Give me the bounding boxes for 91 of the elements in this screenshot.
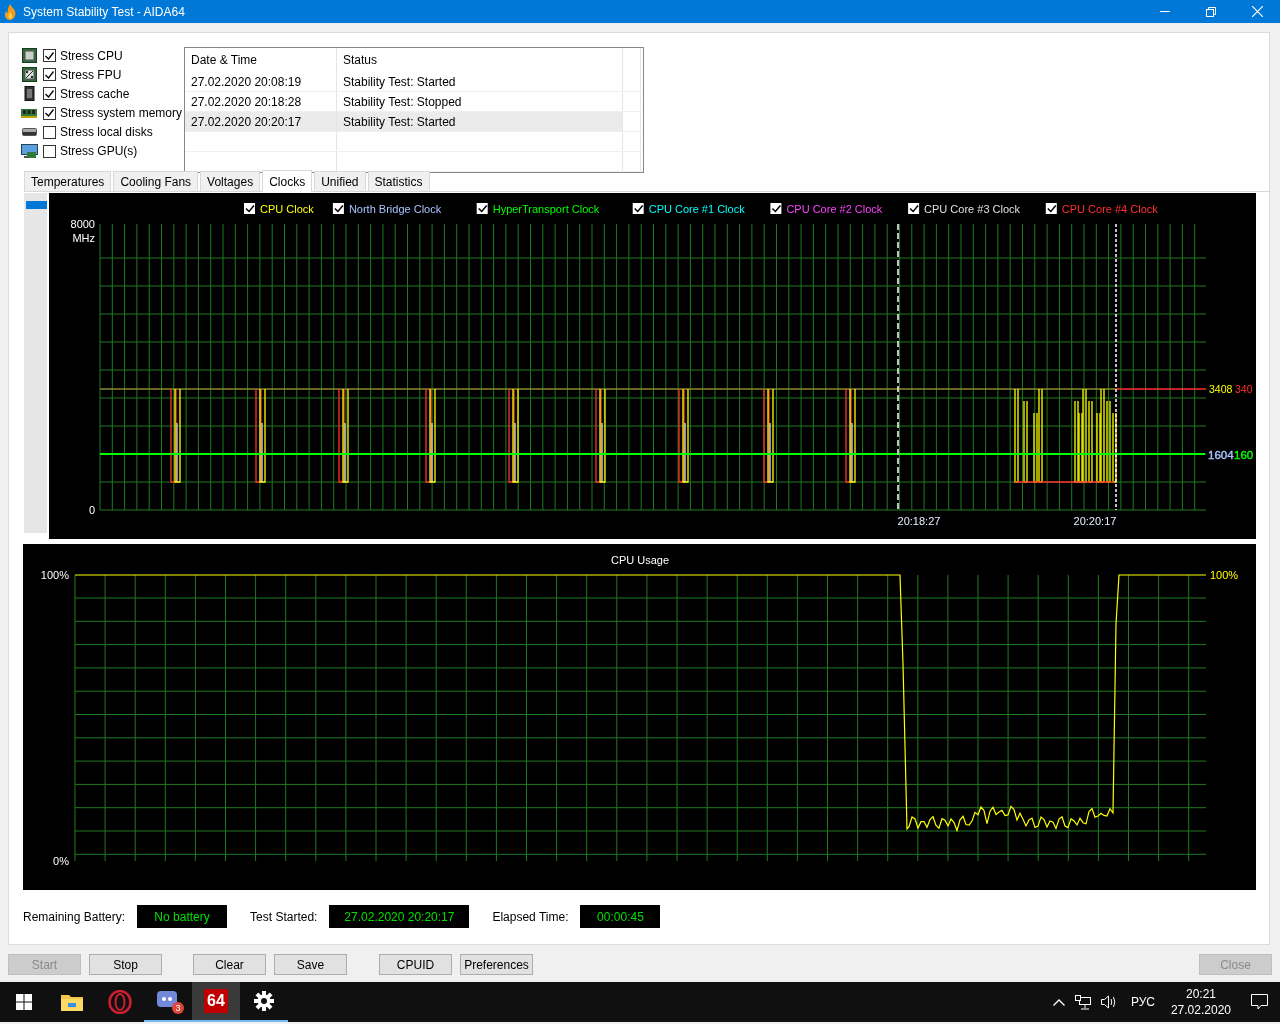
reading-value: 100% bbox=[1210, 569, 1239, 581]
action-button[interactable]: Clear bbox=[193, 954, 266, 975]
table-cell[interactable]: 27.02.2020 20:18:28 bbox=[185, 92, 337, 111]
tab[interactable]: Temperatures bbox=[24, 171, 112, 191]
tab[interactable]: Cooling Fans bbox=[113, 171, 199, 191]
legend-checkbox[interactable] bbox=[244, 203, 255, 214]
action-button[interactable]: Stop bbox=[89, 954, 162, 975]
memory-module-icon bbox=[21, 108, 37, 119]
legend-checkbox[interactable] bbox=[632, 203, 644, 214]
folder-icon bbox=[61, 993, 83, 1011]
taskbar-button[interactable]: 64 bbox=[192, 982, 240, 1022]
legend-checkbox[interactable] bbox=[1045, 203, 1057, 214]
option-label: Stress FPU bbox=[60, 67, 122, 82]
option-label: Stress CPU bbox=[60, 48, 123, 63]
legend-label: CPU Core #1 Clock bbox=[648, 203, 745, 215]
legend-checkbox[interactable] bbox=[476, 203, 488, 214]
clock-date[interactable]: 27.02.2020 bbox=[1170, 1002, 1231, 1018]
window-title: System Stability Test - AIDA64 bbox=[23, 4, 186, 19]
app-logo-icon: 64 bbox=[204, 989, 228, 1013]
legend-label: CPU Core #4 Clock bbox=[1061, 203, 1158, 215]
checkbox[interactable] bbox=[43, 106, 56, 120]
status-value: 27.02.2020 20:20:17 bbox=[329, 905, 470, 928]
chart-title: CPU Usage bbox=[610, 554, 670, 566]
status-label: Remaining Battery: bbox=[23, 909, 126, 924]
status-label: Elapsed Time: bbox=[492, 909, 569, 924]
checkbox[interactable] bbox=[43, 125, 56, 139]
clock-time[interactable]: 20:21 bbox=[1185, 986, 1216, 1002]
notifications-icon[interactable] bbox=[1251, 994, 1268, 1010]
monitor-icon bbox=[20, 143, 38, 159]
reading-value: 3408 bbox=[1209, 383, 1233, 395]
notification-badge: 3 bbox=[172, 1002, 184, 1014]
restore-icon bbox=[1206, 6, 1216, 17]
legend-label: HyperTransport Clock bbox=[492, 203, 600, 215]
speaker-icon[interactable] bbox=[1100, 995, 1117, 1009]
status-label: Test Started: bbox=[250, 909, 318, 924]
legend-label: CPU Core #2 Clock bbox=[786, 203, 883, 215]
close-icon bbox=[1251, 6, 1263, 17]
table-cell[interactable]: Stability Test: Started bbox=[337, 72, 623, 91]
chip-icon bbox=[21, 86, 37, 102]
action-button[interactable]: CPUID bbox=[379, 954, 452, 975]
table-cell[interactable]: 27.02.2020 20:08:19 bbox=[185, 72, 337, 91]
axis-label: 0% bbox=[53, 855, 69, 867]
ring-icon bbox=[108, 990, 132, 1014]
checkbox[interactable] bbox=[43, 68, 56, 82]
tab[interactable]: Clocks bbox=[262, 170, 313, 192]
table-cell[interactable]: 27.02.2020 20:20:17 bbox=[185, 112, 337, 131]
axis-unit: MHz bbox=[72, 232, 95, 244]
axis-label: 100% bbox=[40, 569, 69, 581]
legend-checkbox[interactable] bbox=[770, 203, 782, 214]
checkbox[interactable] bbox=[43, 144, 56, 158]
column-header[interactable]: Date & Time bbox=[185, 48, 337, 72]
windows-logo-icon bbox=[16, 994, 32, 1010]
chip-icon bbox=[21, 67, 37, 83]
reading-value: 1604 bbox=[1208, 449, 1234, 461]
status-value: 00:00:45 bbox=[580, 905, 661, 928]
tab[interactable]: Voltages bbox=[200, 171, 261, 191]
flame-icon bbox=[4, 3, 17, 20]
zoom-slider[interactable] bbox=[24, 193, 47, 533]
legend-checkbox[interactable] bbox=[908, 203, 920, 214]
disk-drive-icon bbox=[21, 128, 37, 137]
language-indicator[interactable]: РУС bbox=[1130, 995, 1155, 1009]
chevron-up-icon[interactable] bbox=[1052, 998, 1065, 1006]
option-label: Stress system memory bbox=[60, 106, 182, 121]
time-marker-label: 20:18:27 bbox=[897, 515, 941, 527]
slider-thumb[interactable] bbox=[26, 201, 47, 209]
network-icon[interactable] bbox=[1074, 994, 1091, 1010]
settings-icon bbox=[254, 991, 274, 1011]
action-button[interactable]: Save bbox=[274, 954, 347, 975]
minimize-icon bbox=[1160, 11, 1170, 12]
time-marker-label: 20:20:17 bbox=[1073, 515, 1117, 527]
checkbox[interactable] bbox=[43, 49, 56, 63]
tab[interactable]: Statistics bbox=[367, 171, 430, 191]
legend-checkbox[interactable] bbox=[332, 203, 344, 214]
axis-label: 8000 bbox=[70, 218, 95, 230]
option-label: Stress cache bbox=[60, 86, 130, 101]
legend-label: North Bridge Clock bbox=[348, 203, 442, 215]
column-header[interactable]: Status bbox=[337, 48, 623, 72]
status-value: No battery bbox=[137, 905, 228, 928]
option-label: Stress GPU(s) bbox=[60, 144, 138, 159]
tab[interactable]: Unified bbox=[314, 171, 366, 191]
legend-label: CPU Core #3 Clock bbox=[924, 203, 1021, 215]
chip-icon bbox=[21, 48, 37, 64]
table-cell[interactable]: Stability Test: Stopped bbox=[337, 92, 623, 111]
table-cell[interactable]: Stability Test: Started bbox=[337, 112, 623, 131]
option-label: Stress local disks bbox=[60, 125, 153, 140]
checkbox[interactable] bbox=[43, 87, 56, 101]
axis-label: 0 bbox=[88, 504, 95, 516]
legend-label: CPU Clock bbox=[260, 203, 314, 215]
reading-value: 340 bbox=[1235, 383, 1253, 395]
reading-value: 160 bbox=[1234, 449, 1254, 461]
action-button[interactable]: Preferences bbox=[460, 954, 533, 975]
